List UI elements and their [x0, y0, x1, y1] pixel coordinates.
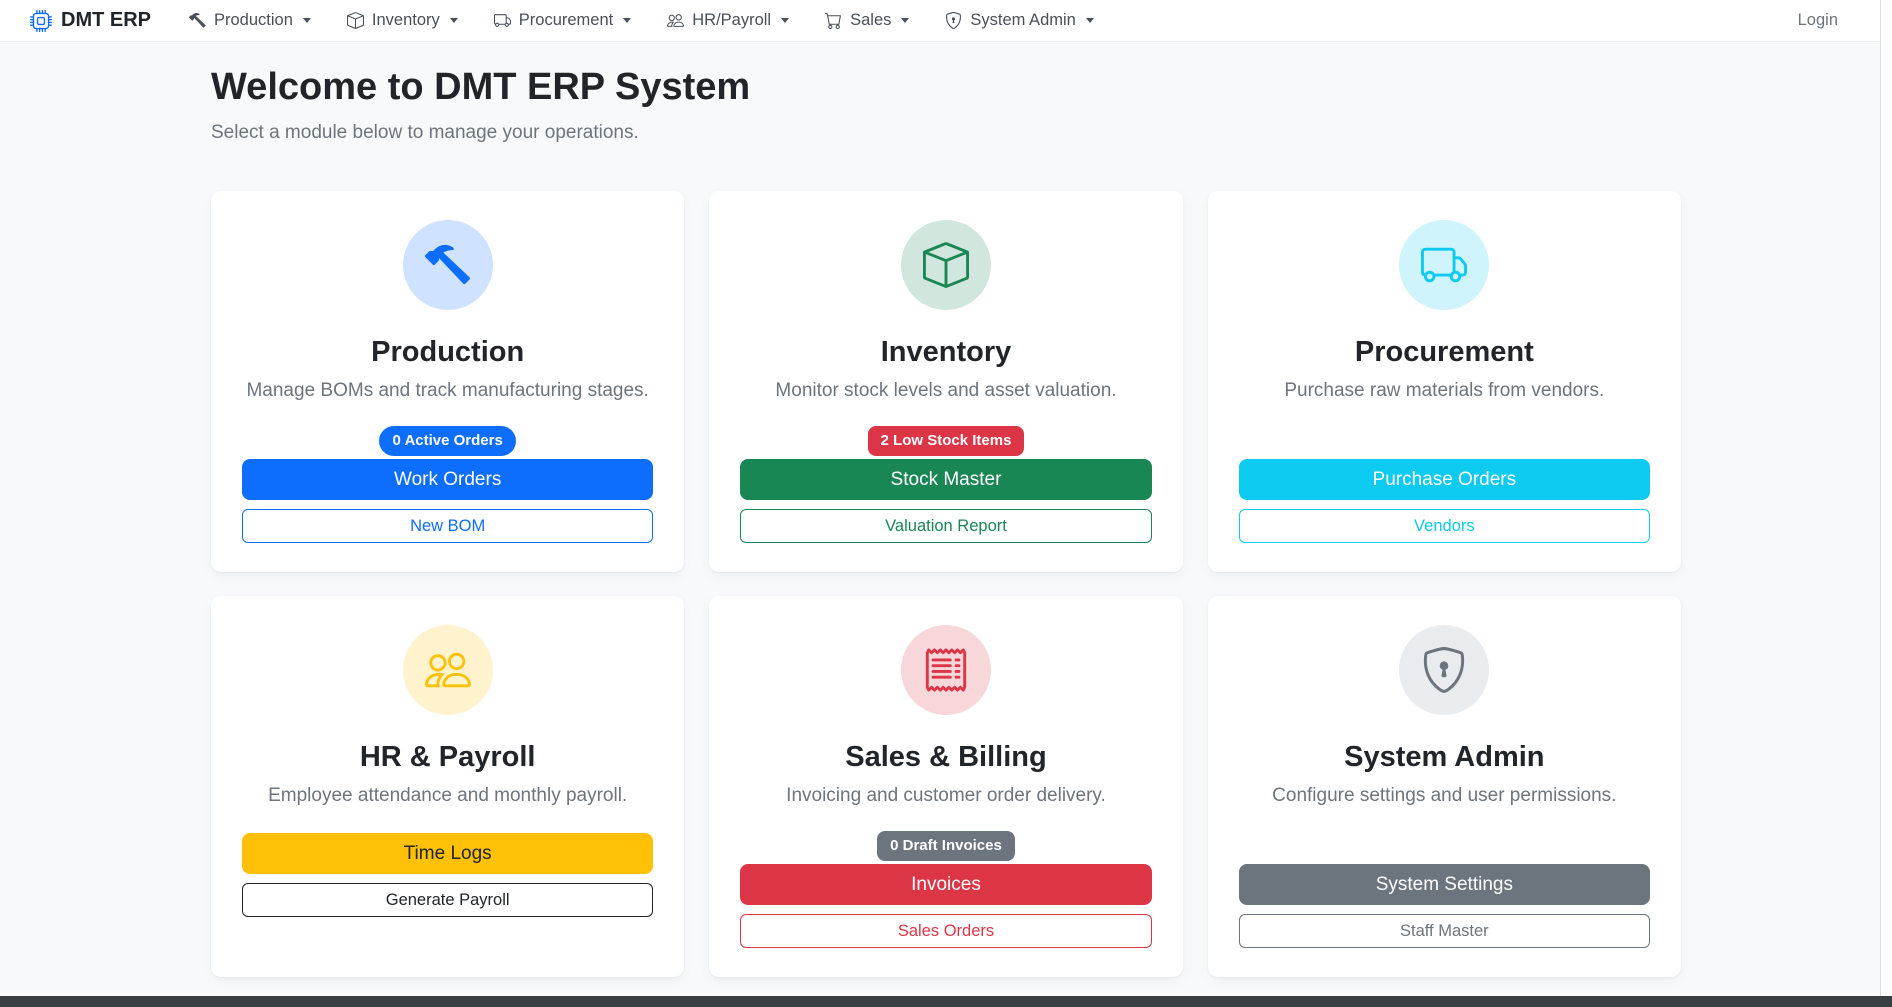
module-card-procurement: Procurement Purchase raw materials from …	[1208, 191, 1681, 572]
hammer-icon	[425, 242, 471, 288]
module-card-sales-billing: Sales & Billing Invoicing and customer o…	[709, 596, 1182, 977]
invoices-button[interactable]: Invoices	[740, 864, 1151, 905]
scrollbar[interactable]	[1880, 0, 1892, 996]
box-icon	[347, 12, 364, 29]
sales-orders-button[interactable]: Sales Orders	[740, 914, 1151, 948]
inventory-icon-circle	[901, 220, 991, 310]
truck-icon	[494, 12, 511, 29]
dropdown-caret-icon	[303, 18, 311, 23]
nav-label: Sales	[850, 11, 891, 30]
dropdown-caret-icon	[781, 18, 789, 23]
footer-bar	[0, 996, 1892, 1007]
module-title: System Admin	[1344, 741, 1544, 774]
box-icon	[923, 242, 969, 288]
hammer-icon	[189, 12, 206, 29]
module-description: Monitor stock levels and asset valuation…	[775, 380, 1116, 402]
module-actions: System Settings Staff Master	[1239, 864, 1650, 948]
module-actions: Time Logs Generate Payroll	[242, 833, 653, 917]
module-card-production: Production Manage BOMs and track manufac…	[211, 191, 684, 572]
generate-payroll-button[interactable]: Generate Payroll	[242, 883, 653, 917]
nav-items: Production Inventory Procurement HR/Payr…	[189, 11, 1094, 30]
module-actions: Purchase Orders Vendors	[1239, 459, 1650, 543]
module-description: Invoicing and customer order delivery.	[786, 785, 1106, 807]
staff-master-button[interactable]: Staff Master	[1239, 914, 1650, 948]
receipt-icon	[923, 647, 969, 693]
production-icon-circle	[403, 220, 493, 310]
module-actions: Stock Master Valuation Report	[740, 459, 1151, 543]
module-card-system-admin: System Admin Configure settings and user…	[1208, 596, 1681, 977]
system-settings-button[interactable]: System Settings	[1239, 864, 1650, 905]
truck-icon	[1421, 242, 1467, 288]
nav-item-inventory[interactable]: Inventory	[347, 11, 458, 30]
module-description: Configure settings and user permissions.	[1272, 785, 1616, 807]
status-badge: 2 Low Stock Items	[868, 426, 1025, 456]
shield-lock-icon	[1421, 647, 1467, 693]
valuation-report-button[interactable]: Valuation Report	[740, 509, 1151, 543]
status-badge: 0 Draft Invoices	[877, 831, 1015, 861]
main-content: Welcome to DMT ERP System Select a modul…	[211, 66, 1681, 977]
dropdown-caret-icon	[901, 18, 909, 23]
module-actions: Invoices Sales Orders	[740, 864, 1151, 948]
module-description: Manage BOMs and track manufacturing stag…	[246, 380, 648, 402]
new-bom-button[interactable]: New BOM	[242, 509, 653, 543]
module-grid: Production Manage BOMs and track manufac…	[211, 191, 1681, 977]
people-icon	[667, 12, 684, 29]
nav-item-procurement[interactable]: Procurement	[494, 11, 631, 30]
purchase-orders-button[interactable]: Purchase Orders	[1239, 459, 1650, 500]
module-title: Inventory	[881, 336, 1012, 369]
page-title: Welcome to DMT ERP System	[211, 66, 1681, 109]
dropdown-caret-icon	[1086, 18, 1094, 23]
brand[interactable]: DMT ERP	[30, 9, 151, 32]
procurement-icon-circle	[1399, 220, 1489, 310]
sales-icon-circle	[901, 625, 991, 715]
dropdown-caret-icon	[623, 18, 631, 23]
stock-master-button[interactable]: Stock Master	[740, 459, 1151, 500]
module-card-hr-payroll: HR & Payroll Employee attendance and mon…	[211, 596, 684, 977]
module-actions: Work Orders New BOM	[242, 459, 653, 543]
vendors-button[interactable]: Vendors	[1239, 509, 1650, 543]
top-navbar: DMT ERP Production Inventory Procurement…	[0, 0, 1892, 42]
brand-label: DMT ERP	[61, 9, 151, 32]
people-icon	[425, 647, 471, 693]
nav-label: Inventory	[372, 11, 440, 30]
dropdown-caret-icon	[450, 18, 458, 23]
module-title: Production	[371, 336, 524, 369]
module-card-inventory: Inventory Monitor stock levels and asset…	[709, 191, 1182, 572]
nav-label: System Admin	[970, 11, 1075, 30]
time-logs-button[interactable]: Time Logs	[242, 833, 653, 874]
nav-item-hr-payroll[interactable]: HR/Payroll	[667, 11, 789, 30]
module-title: Procurement	[1355, 336, 1534, 369]
login-link[interactable]: Login	[1798, 11, 1838, 30]
nav-item-sales[interactable]: Sales	[825, 11, 909, 30]
module-title: Sales & Billing	[845, 741, 1046, 774]
page-subtitle: Select a module below to manage your ope…	[211, 122, 1681, 144]
system-admin-icon-circle	[1399, 625, 1489, 715]
status-badge: 0 Active Orders	[379, 426, 515, 456]
cpu-icon	[30, 10, 52, 32]
module-title: HR & Payroll	[360, 741, 536, 774]
cart-icon	[825, 12, 842, 29]
nav-label: Production	[214, 11, 293, 30]
hr-icon-circle	[403, 625, 493, 715]
module-description: Employee attendance and monthly payroll.	[268, 785, 627, 807]
nav-item-system-admin[interactable]: System Admin	[945, 11, 1093, 30]
shield-icon	[945, 12, 962, 29]
nav-label: HR/Payroll	[692, 11, 771, 30]
nav-label: Procurement	[519, 11, 613, 30]
nav-item-production[interactable]: Production	[189, 11, 311, 30]
work-orders-button[interactable]: Work Orders	[242, 459, 653, 500]
module-description: Purchase raw materials from vendors.	[1284, 380, 1604, 402]
